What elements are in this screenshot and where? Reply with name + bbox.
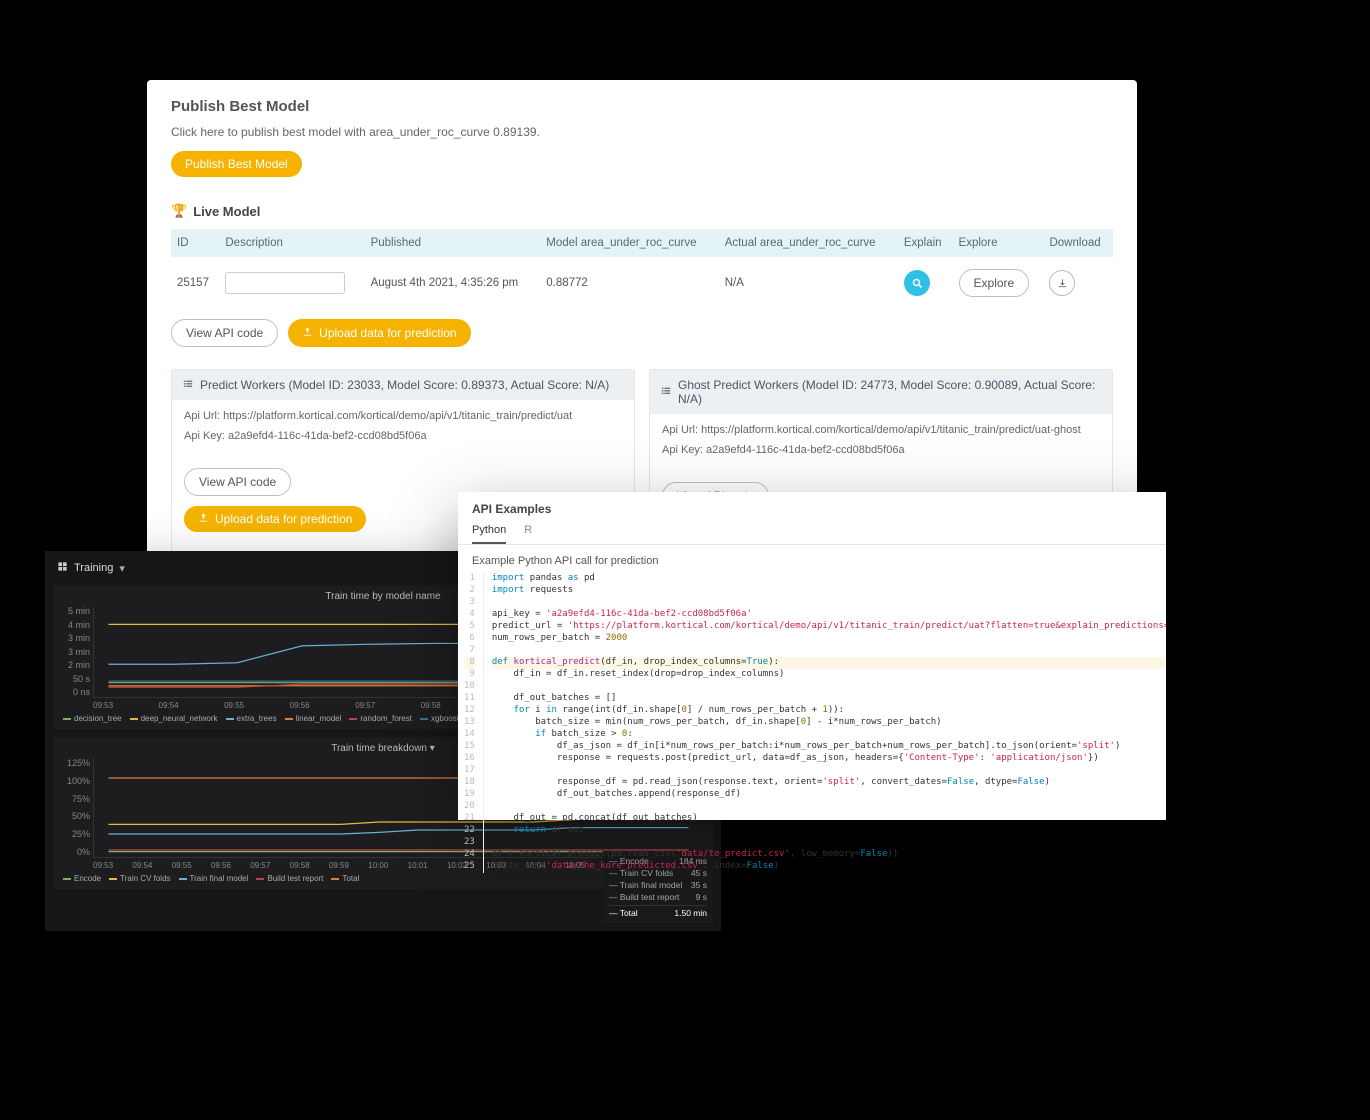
- code-block: 1234567891011121314151617181920212223242…: [458, 573, 1166, 883]
- cell-model-score: 0.88772: [540, 257, 718, 309]
- legend-item[interactable]: Encode: [63, 874, 101, 883]
- col-header: Explore: [953, 229, 1044, 257]
- publish-description: Click here to publish best model with ar…: [171, 125, 1113, 139]
- ghost-workers-title: Ghost Predict Workers (Model ID: 24773, …: [678, 378, 1102, 406]
- api-key-text: Api Key: a2a9efd4-116c-41da-bef2-ccd08bd…: [662, 444, 1100, 456]
- legend-item[interactable]: Train final model: [179, 874, 249, 883]
- col-header: Model area_under_roc_curve: [540, 229, 718, 257]
- col-header: Explain: [898, 229, 953, 257]
- cell-published: August 4th 2021, 4:35:26 pm: [365, 257, 541, 309]
- col-header: Published: [365, 229, 541, 257]
- download-button[interactable]: [1049, 270, 1075, 296]
- upload-icon: [302, 326, 313, 340]
- live-model-table: IDDescriptionPublishedModel area_under_r…: [171, 229, 1113, 309]
- publish-title: Publish Best Model: [171, 98, 1113, 115]
- grid-icon: [57, 561, 68, 575]
- api-examples-title: API Examples: [458, 492, 1166, 516]
- tab-r[interactable]: R: [524, 524, 532, 544]
- legend-item[interactable]: random_forest: [349, 714, 412, 723]
- upload-icon: [198, 512, 209, 526]
- training-title: Training: [74, 562, 113, 574]
- legend-item[interactable]: Build test report: [256, 874, 323, 883]
- trophy-icon: 🏆: [171, 203, 187, 219]
- explain-button[interactable]: [904, 270, 930, 296]
- live-model-heading: 🏆 Live Model: [171, 203, 1113, 219]
- legend-item[interactable]: linear_model: [285, 714, 342, 723]
- legend-item[interactable]: decision_tree: [63, 714, 122, 723]
- legend-item[interactable]: xgboost: [420, 714, 459, 723]
- description-input[interactable]: [225, 272, 345, 294]
- legend-item[interactable]: deep_neural_network: [130, 714, 218, 723]
- view-api-code-button[interactable]: View API code: [171, 319, 278, 347]
- legend-item[interactable]: Total: [331, 874, 359, 883]
- list-icon: [660, 385, 672, 399]
- legend-item[interactable]: Train CV folds: [109, 874, 170, 883]
- predict-workers-title: Predict Workers (Model ID: 23033, Model …: [200, 378, 609, 392]
- list-icon: [182, 378, 194, 392]
- api-url-text: Api Url: https://platform.kortical.com/k…: [662, 424, 1100, 436]
- api-subtitle: Example Python API call for prediction: [458, 545, 1166, 573]
- cell-id: 25157: [171, 257, 219, 309]
- publish-best-model-button[interactable]: Publish Best Model: [171, 151, 302, 177]
- api-examples-panel: API Examples Python R Example Python API …: [458, 492, 1166, 820]
- api-key-text: Api Key: a2a9efd4-116c-41da-bef2-ccd08bd…: [184, 430, 622, 442]
- upload-data-button[interactable]: Upload data for prediction: [288, 319, 470, 347]
- stat-row: — Build test report9 s: [609, 891, 707, 903]
- cell-actual: N/A: [719, 257, 898, 309]
- col-header: Download: [1043, 229, 1113, 257]
- tab-python[interactable]: Python: [472, 524, 506, 544]
- view-api-code-button[interactable]: View API code: [184, 468, 291, 496]
- table-row: 25157 August 4th 2021, 4:35:26 pm 0.8877…: [171, 257, 1113, 309]
- live-model-label: Live Model: [193, 204, 260, 219]
- col-header: Description: [219, 229, 364, 257]
- stat-row: — Total1.50 min: [609, 905, 707, 919]
- upload-data-button[interactable]: Upload data for prediction: [184, 506, 366, 532]
- chevron-down-icon[interactable]: ▾: [430, 743, 435, 754]
- api-url-text: Api Url: https://platform.kortical.com/k…: [184, 410, 622, 422]
- col-header: Actual area_under_roc_curve: [719, 229, 898, 257]
- explore-button[interactable]: Explore: [959, 269, 1030, 297]
- legend-item[interactable]: extra_trees: [226, 714, 277, 723]
- chevron-down-icon[interactable]: ▾: [119, 562, 125, 575]
- col-header: ID: [171, 229, 219, 257]
